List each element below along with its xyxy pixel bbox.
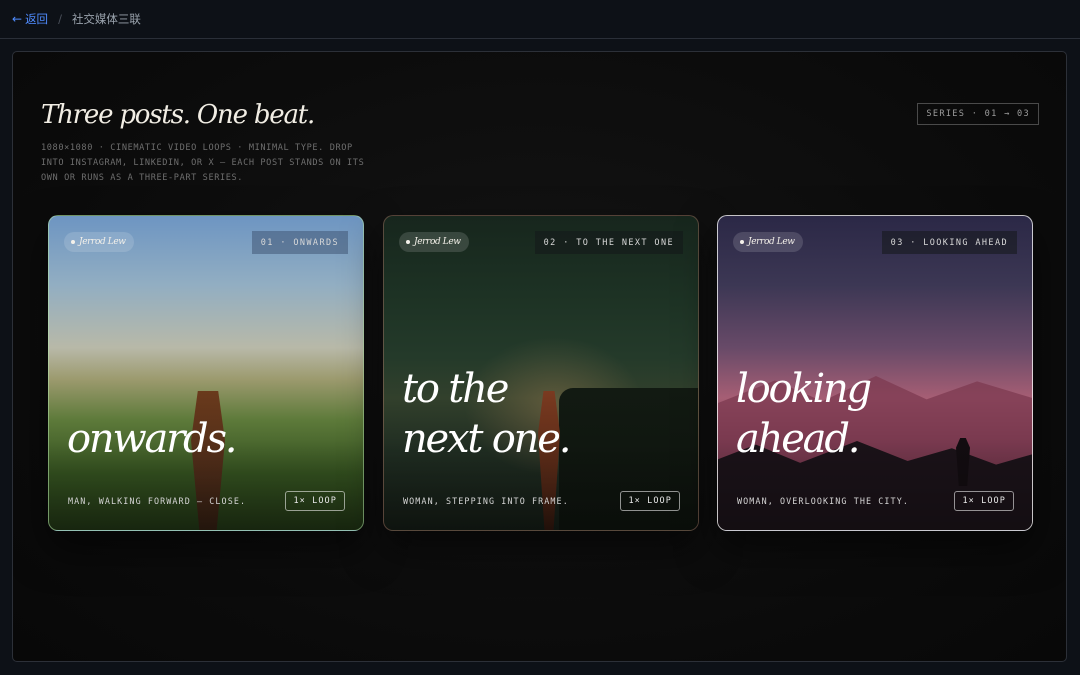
post-card-onwards[interactable]: Jerrod Lew 01 · ONWARDS onwards. MAN, WA… bbox=[48, 215, 364, 531]
series-badge: SERIES · 01 → 03 bbox=[917, 103, 1039, 125]
breadcrumb-separator: / bbox=[58, 12, 62, 26]
preview-panel: Three posts. One beat. 1080×1080 · CINEM… bbox=[12, 51, 1067, 662]
back-link[interactable]: ← 返回 bbox=[12, 11, 48, 27]
post-title-line: onwards. bbox=[67, 416, 238, 462]
dot-icon bbox=[406, 240, 410, 244]
post-tag: 01 · ONWARDS bbox=[251, 231, 348, 254]
post-title-line: to the bbox=[402, 366, 509, 412]
post-card-to-the-next-one[interactable]: Jerrod Lew 02 · TO THE NEXT ONE to the n… bbox=[383, 215, 699, 531]
post-caption: WOMAN, OVERLOOKING THE CITY. bbox=[737, 496, 909, 506]
loop-badge: 1× LOOP bbox=[954, 491, 1014, 511]
loop-badge: 1× LOOP bbox=[620, 491, 680, 511]
post-title: looking ahead. bbox=[736, 364, 872, 464]
post-title-line: ahead. bbox=[736, 416, 860, 462]
post-title-line: looking bbox=[736, 366, 872, 412]
post-tag: 03 · LOOKING AHEAD bbox=[881, 231, 1017, 254]
headline: Three posts. One beat. bbox=[41, 100, 315, 130]
post-title: to the next one. bbox=[402, 364, 571, 464]
loop-badge: 1× LOOP bbox=[285, 491, 345, 511]
author-pill: Jerrod Lew bbox=[733, 232, 803, 252]
post-title-line: next one. bbox=[402, 416, 571, 462]
author-pill: Jerrod Lew bbox=[64, 232, 134, 252]
dot-icon bbox=[71, 240, 75, 244]
post-caption: WOMAN, STEPPING INTO FRAME. bbox=[403, 496, 569, 506]
top-bar: ← 返回 / 社交媒体三联 bbox=[0, 0, 1080, 39]
post-card-looking-ahead[interactable]: Jerrod Lew 03 · LOOKING AHEAD looking ah… bbox=[717, 215, 1033, 531]
card-background-scene bbox=[49, 216, 363, 530]
author-name: Jerrod Lew bbox=[748, 237, 795, 247]
post-caption: MAN, WALKING FORWARD — CLOSE. bbox=[68, 496, 247, 506]
author-name: Jerrod Lew bbox=[79, 237, 126, 247]
back-label: 返回 bbox=[25, 12, 49, 26]
post-tag: 02 · TO THE NEXT ONE bbox=[534, 231, 683, 254]
author-pill: Jerrod Lew bbox=[399, 232, 469, 252]
arrow-left-icon: ← bbox=[12, 12, 23, 26]
page-title: 社交媒体三联 bbox=[71, 12, 141, 26]
post-title: onwards. bbox=[67, 414, 238, 464]
subcopy: 1080×1080 · CINEMATIC VIDEO LOOPS · MINI… bbox=[41, 143, 365, 183]
author-name: Jerrod Lew bbox=[414, 237, 461, 247]
dot-icon bbox=[740, 240, 744, 244]
